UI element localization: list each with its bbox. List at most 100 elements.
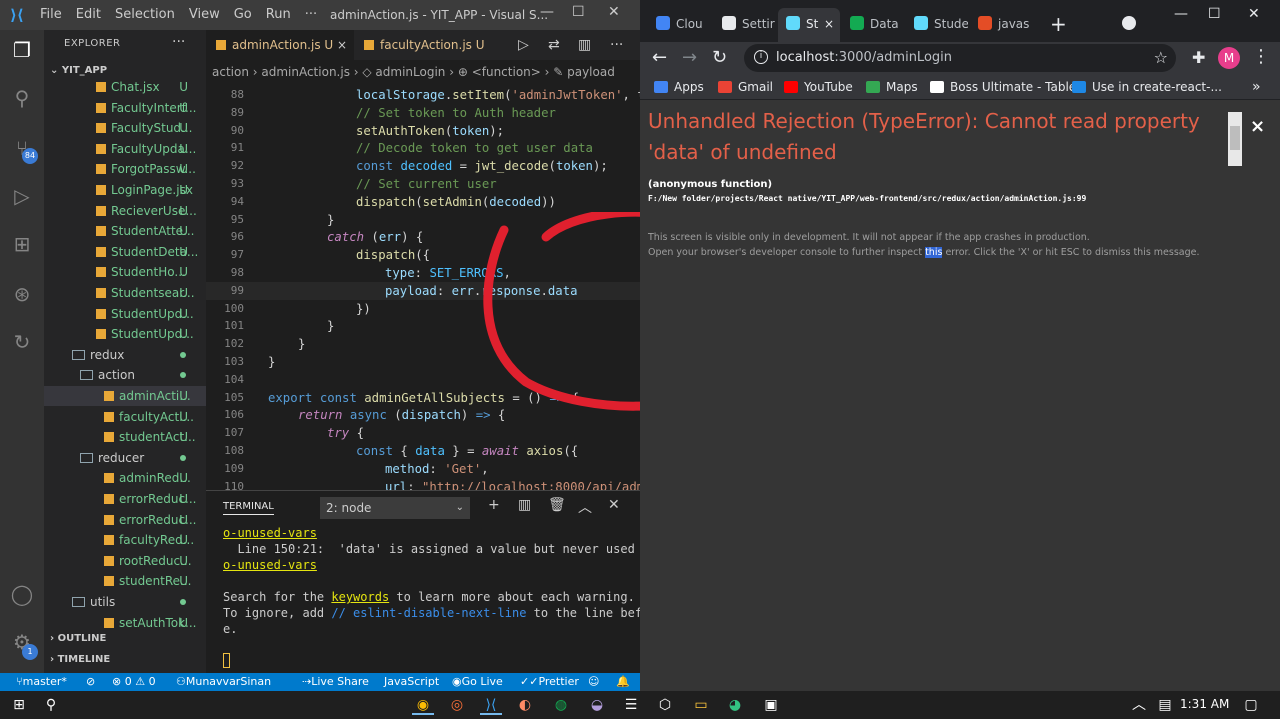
folder-item[interactable]: reducer [44, 448, 206, 468]
bookmark-item[interactable]: Maps [866, 74, 918, 100]
browser-tab[interactable]: Stude [906, 8, 968, 42]
file-item[interactable]: errorReduc... U [44, 510, 206, 530]
trash-icon[interactable]: 🗑 [548, 497, 566, 513]
close-window-icon[interactable]: ✕ [1248, 6, 1260, 22]
close-icon[interactable]: × [1250, 116, 1265, 137]
close-panel-icon[interactable]: ✕ [608, 497, 620, 513]
file-item[interactable]: FacultyUpda... U [44, 139, 206, 159]
scrollbar-thumb[interactable] [1230, 126, 1240, 150]
more-actions-icon[interactable]: ··· [610, 37, 623, 53]
tab-adminaction[interactable]: adminAction.js U × [206, 30, 354, 60]
bookmark-item[interactable]: Apps [654, 74, 704, 100]
notifications-icon[interactable]: 🔔 [616, 673, 630, 691]
address-bar[interactable]: i localhost:3000/adminLogin ☆ [744, 44, 1176, 72]
file-item[interactable]: StudentDeta... U [44, 242, 206, 262]
store-taskbar-icon[interactable]: ▣ [760, 695, 782, 715]
branch-status[interactable]: ⑂ master* [16, 673, 67, 691]
windows-start-icon[interactable]: ⊞ [8, 695, 30, 715]
prettier-status[interactable]: ✓✓ Prettier [520, 673, 579, 691]
folder-item[interactable]: redux [44, 345, 206, 365]
chrome-menu-icon[interactable]: ⋮ [1252, 46, 1270, 67]
error-file-path[interactable]: F:/New folder/projects/React native/YIT_… [648, 194, 1086, 203]
file-item[interactable]: adminActi... U [44, 386, 206, 406]
menu-file[interactable]: File [40, 7, 62, 22]
bookmark-item[interactable]: Gmail [718, 74, 773, 100]
file-item[interactable]: Chat.jsx U [44, 77, 206, 97]
edge-taskbar-icon[interactable]: ◕ [724, 695, 746, 715]
file-item[interactable]: StudentUpd... U [44, 324, 206, 344]
git-graph-icon[interactable]: ⊛ [10, 282, 34, 306]
explorer-more-icon[interactable]: ··· [172, 34, 185, 50]
file-item[interactable]: Studentsear... U [44, 283, 206, 303]
bookmarks-overflow-icon[interactable]: » [1252, 74, 1261, 100]
file-item[interactable]: LoginPage.jsx U [44, 180, 206, 200]
keywords-link[interactable]: keywords [331, 590, 389, 604]
file-item[interactable]: errorReduc... U [44, 489, 206, 509]
new-terminal-icon[interactable]: + [488, 497, 500, 513]
file-item[interactable]: studentRe... U [44, 571, 206, 591]
vscode-taskbar-icon[interactable]: ⟩⟨ [480, 695, 502, 715]
back-icon[interactable]: ← [652, 47, 667, 68]
notifications-icon[interactable]: ▢ [1240, 695, 1262, 715]
profile-avatar[interactable]: M [1218, 47, 1240, 69]
file-item[interactable]: setAuthTok... U [44, 613, 206, 633]
terminal-tab[interactable]: TERMINAL [223, 501, 274, 515]
menu-selection[interactable]: Selection [115, 7, 175, 22]
browser-tab[interactable]: St × [778, 8, 840, 42]
problems-status[interactable]: ⊗ 0 ⚠ 0 [112, 673, 156, 691]
file-item[interactable]: studentAct... U [44, 427, 206, 447]
timeline-section[interactable]: › TIMELINE [50, 654, 110, 665]
file-item[interactable]: FacultyStud... U [44, 118, 206, 138]
run-file-icon[interactable]: ▷ [518, 37, 529, 53]
app-taskbar-icon[interactable]: ☰ [620, 695, 642, 715]
tab-facultyaction[interactable]: facultyAction.js U [354, 30, 488, 60]
mongodb-taskbar-icon[interactable]: ◍ [550, 695, 572, 715]
tab-close-icon[interactable]: × [337, 38, 347, 52]
file-item[interactable]: facultyActi... U [44, 407, 206, 427]
language-status[interactable]: JavaScript [384, 673, 439, 691]
live-share-status[interactable]: ⇢ Live Share [302, 673, 369, 691]
tab-search-icon[interactable] [1122, 16, 1136, 30]
feedback-icon[interactable]: ☺ [588, 673, 599, 691]
minimize-icon[interactable]: — [1174, 6, 1188, 22]
close-window-icon[interactable]: ✕ [608, 4, 620, 20]
bookmark-item[interactable]: Use in create-react-... [1072, 74, 1222, 100]
split-terminal-icon[interactable]: ▥ [518, 497, 531, 513]
search-icon[interactable]: ⚲ [40, 695, 62, 715]
breadcrumb[interactable]: action › adminAction.js › ◇ adminLogin ›… [206, 62, 615, 82]
chrome-taskbar-icon[interactable]: ◉ [412, 695, 434, 715]
menu-run[interactable]: Run [266, 7, 291, 22]
bookmark-item[interactable]: YouTube [784, 74, 853, 100]
menu-more[interactable]: ··· [305, 7, 317, 22]
browser-tab[interactable]: Clou [648, 8, 710, 42]
file-explorer-taskbar-icon[interactable]: ▭ [690, 695, 712, 715]
live-share-icon[interactable]: ↻ [10, 330, 34, 354]
info-icon[interactable]: i [754, 50, 768, 64]
maximize-panel-icon[interactable]: ︿ [578, 497, 592, 517]
outline-section[interactable]: › OUTLINE [50, 633, 106, 644]
chevron-up-icon[interactable]: ︿ [1128, 695, 1150, 715]
run-debug-icon[interactable]: ▷ [10, 184, 34, 208]
app-taskbar-icon[interactable]: ◒ [586, 695, 608, 715]
browser-tab[interactable]: javas [970, 8, 1032, 42]
project-root[interactable]: ⌄ YIT_APP [50, 65, 107, 76]
sync-icon[interactable]: ⊘ [86, 673, 95, 691]
clock[interactable]: 1:31 AM [1180, 697, 1229, 711]
file-item[interactable]: adminRed... U [44, 468, 206, 488]
file-item[interactable]: StudentUpd... U [44, 304, 206, 324]
maximize-icon[interactable]: ☐ [1208, 6, 1221, 22]
extensions-icon[interactable]: ⊞ [10, 232, 34, 256]
error-scrollbar[interactable] [1228, 112, 1242, 166]
file-item[interactable]: FacultyInterf... U [44, 98, 206, 118]
menu-go[interactable]: Go [234, 7, 252, 22]
accounts-icon[interactable]: ◯ [10, 582, 34, 606]
terminal-select[interactable]: 2: node ⌄ [320, 497, 470, 519]
file-item[interactable]: StudentAtte... U [44, 221, 206, 241]
cube-taskbar-icon[interactable]: ⬡ [654, 695, 676, 715]
bookmark-star-icon[interactable]: ☆ [1154, 48, 1168, 67]
tab-close-icon[interactable]: × [824, 8, 834, 40]
minimize-icon[interactable]: — [540, 4, 554, 20]
compare-changes-icon[interactable]: ⇄ [548, 37, 560, 53]
split-editor-icon[interactable]: ▥ [578, 37, 591, 53]
network-icon[interactable]: ▤ [1154, 695, 1176, 715]
